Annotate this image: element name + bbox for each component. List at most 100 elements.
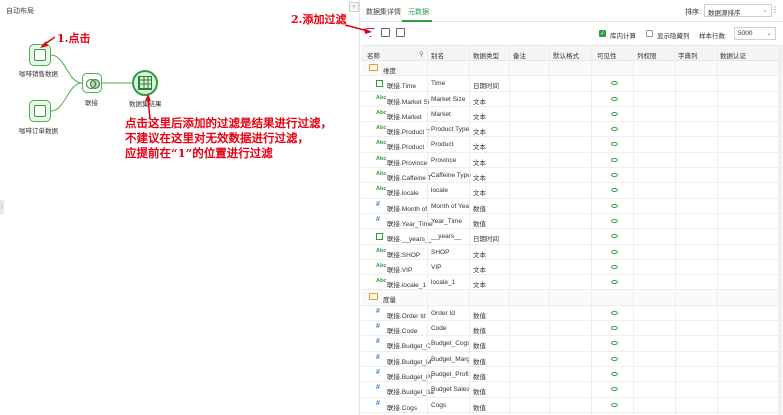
col-header-certification[interactable]: 数据认证 — [720, 50, 746, 60]
metadata-toolbar: ✓ 库内计算 显示隐藏列 样本行数: 5000 ⌄ — [361, 23, 783, 43]
col-header-remark[interactable]: 备注 — [513, 50, 526, 60]
table-row[interactable]: 联接.__years__ __years__ 日期时间 — [361, 229, 783, 245]
cell-type: 文本 — [473, 129, 486, 137]
table-icon — [34, 105, 46, 117]
annotation-note-line: 应提前在“1”的位置进行过滤 — [125, 146, 273, 160]
show-hidden-label: 显示隐藏列 — [657, 33, 690, 40]
sort-select[interactable]: 数据源排序 ⌄ — [704, 4, 772, 17]
chevron-down-icon: ⌄ — [762, 7, 768, 14]
table-row[interactable]: 联接.Time Time 日期时间 — [361, 76, 783, 92]
filter-icon[interactable] — [366, 28, 375, 37]
eye-icon[interactable] — [611, 310, 618, 315]
sample-rows-select[interactable]: 5000 ⌄ — [734, 27, 776, 40]
eye-icon[interactable] — [611, 402, 618, 407]
table-row[interactable]: Abc 联接.Caffeine T Caffeine Type 文本 — [361, 168, 783, 184]
col-header-type[interactable]: 数据类型 — [473, 50, 499, 60]
folder-icon — [369, 64, 378, 71]
eye-icon[interactable] — [611, 264, 618, 269]
eye-icon[interactable] — [611, 280, 618, 285]
tab-dataset-details[interactable]: 数据集详情 — [366, 7, 401, 17]
table-row[interactable]: # 联接.Order Id Order Id 数值 — [361, 306, 783, 322]
table-row[interactable]: Abc 联接.Market Si Market Size 文本 — [361, 92, 783, 107]
col-header-visibility[interactable]: 可见性 — [597, 50, 617, 60]
text-type-icon: Abc — [376, 155, 387, 162]
eye-icon[interactable] — [611, 96, 618, 101]
eye-icon[interactable] — [611, 234, 618, 239]
number-type-icon: # — [376, 307, 380, 315]
table-row[interactable]: # 联接.Year_Time Year_Time 数值 — [361, 214, 783, 230]
node-result[interactable] — [132, 70, 158, 96]
tab-metadata[interactable]: 元数据 — [408, 7, 429, 17]
table-row[interactable]: Abc 联接.Province Province 文本 — [361, 153, 783, 169]
col-header-alias[interactable]: 别名 — [431, 50, 444, 60]
table-row[interactable]: # 联接.Budget_C Budget_Cogs 数值 — [361, 336, 783, 352]
node-label: 数据集结果 — [129, 101, 162, 108]
active-tab-indicator — [402, 20, 432, 22]
node-coffee-orders[interactable] — [29, 100, 51, 122]
eye-icon[interactable] — [611, 371, 618, 376]
table-row[interactable]: # 联接.Code Code 数值 — [361, 321, 783, 337]
eye-icon[interactable] — [611, 111, 618, 116]
col-header-name[interactable]: 名称 — [367, 50, 380, 60]
group-row[interactable]: 维度 — [361, 61, 783, 77]
double-chevron-left-icon[interactable]: « — [349, 2, 359, 12]
column-divider — [591, 45, 592, 415]
text-type-icon: Abc — [376, 94, 387, 101]
eye-icon[interactable] — [611, 157, 618, 162]
table-row[interactable]: # 联接.Budget_M Budget_Marg 数值 — [361, 352, 783, 367]
annotation-note-line: 不建议在这里对无效数据进行过滤， — [125, 131, 309, 145]
table-row[interactable]: Abc 联接.SHOP SHOP 文本 — [361, 245, 783, 260]
eye-icon[interactable] — [611, 341, 618, 346]
table-row[interactable]: # 联接.Month of Month of Yea 数值 — [361, 199, 783, 214]
table-body: 维度 联接.Time Time 日期时间 Abc 联接.Market Si Market S… — [361, 61, 783, 413]
eye-icon[interactable] — [611, 173, 618, 178]
table-row[interactable]: # 联接.Cogs Cogs 数值 — [361, 398, 783, 413]
eye-icon[interactable] — [611, 387, 618, 392]
search-icon[interactable]: ⚲ — [419, 50, 424, 58]
node-coffee-sales[interactable] — [29, 44, 51, 66]
cell-alias: locale_1 — [431, 279, 456, 287]
cell-alias: Month of Yea — [431, 202, 469, 210]
table-row[interactable]: Abc 联接.VIP VIP 文本 — [361, 260, 783, 276]
cell-alias: Budget_Marg — [431, 355, 471, 363]
show-hidden-checkbox[interactable] — [646, 30, 653, 37]
table-header: 名称 ⚲ 别名 数据类型 备注 默认格式 可见性 列权限 字典列 数据认证 — [361, 45, 783, 61]
eye-icon[interactable] — [611, 142, 618, 147]
cell-alias: VIP — [431, 263, 442, 271]
side-expand-tab[interactable]: › — [0, 200, 4, 214]
table-row[interactable]: Abc 联接.locale_1 locale_1 文本 — [361, 275, 783, 291]
group-label: 维度 — [383, 68, 396, 75]
table-row[interactable]: Abc 联接.locale locale 文本 — [361, 183, 783, 199]
auto-layout-button[interactable]: 自动布局 — [6, 6, 34, 16]
cell-type: 文本 — [473, 144, 486, 152]
image-icon[interactable] — [396, 28, 405, 37]
node-join[interactable] — [82, 73, 102, 93]
table-row[interactable]: # 联接.Budget_Pr Budget_Profit 数值 — [361, 367, 783, 383]
eye-icon[interactable] — [611, 203, 618, 208]
eye-icon[interactable] — [611, 188, 618, 193]
text-type-icon: Abc — [376, 140, 387, 147]
group-row[interactable]: 度量 — [361, 290, 783, 306]
table-row[interactable]: # 联接.Budget_Sa Budget Sales 数值 — [361, 382, 783, 398]
eye-icon[interactable] — [611, 356, 618, 361]
flow-canvas[interactable]: 自动布局 « › 咖啡销售数据 咖啡订单数据 联接 数据集结果 — [0, 0, 360, 415]
date-type-icon — [376, 233, 383, 241]
eye-icon[interactable] — [611, 218, 618, 223]
column-settings-icon[interactable] — [381, 28, 390, 37]
eye-icon[interactable] — [611, 249, 618, 254]
more-icon[interactable]: ⋮ — [771, 5, 779, 14]
scrollbar[interactable] — [778, 45, 782, 415]
db-compute-checkbox[interactable]: ✓ — [599, 30, 606, 37]
node-label: 咖啡订单数据 — [19, 128, 58, 135]
col-header-permission[interactable]: 列权限 — [637, 50, 657, 60]
date-type-icon — [376, 80, 383, 88]
eye-icon[interactable] — [611, 326, 618, 331]
eye-icon[interactable] — [611, 127, 618, 132]
table-row[interactable]: Abc 联接.Product T Product Type 文本 — [361, 122, 783, 138]
cell-alias: SHOP — [431, 248, 450, 256]
table-row[interactable]: Abc 联接.Product Product 文本 — [361, 137, 783, 153]
col-header-format[interactable]: 默认格式 — [553, 50, 579, 60]
eye-icon[interactable] — [611, 81, 618, 86]
col-header-dictionary[interactable]: 字典列 — [678, 50, 698, 60]
table-row[interactable]: Abc 联接.Market Market 文本 — [361, 107, 783, 123]
